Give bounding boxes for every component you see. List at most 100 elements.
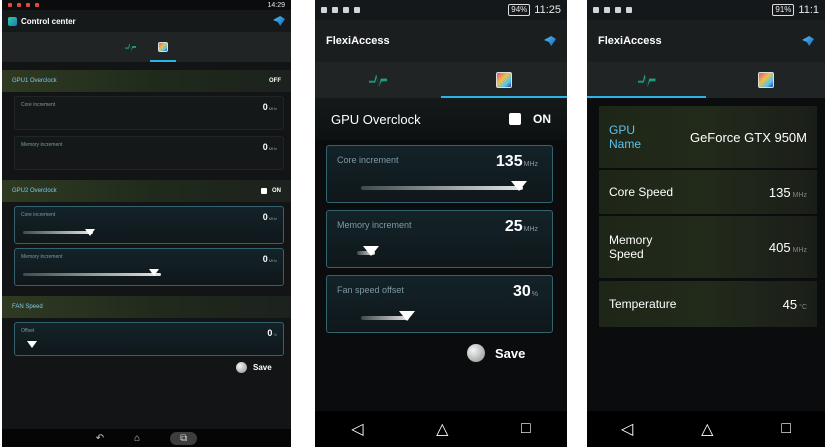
pulse-icon xyxy=(125,43,136,52)
notification-icon xyxy=(321,7,327,13)
tab-bar xyxy=(315,62,567,98)
tab-monitor[interactable] xyxy=(118,32,144,62)
info-label: Memory Speed xyxy=(609,233,653,261)
notification-icon xyxy=(354,7,360,13)
app-bar: FlexiAccess xyxy=(587,20,825,62)
back-button[interactable]: ◁ xyxy=(351,419,363,439)
status-time: 14:29 xyxy=(267,1,285,9)
home-button[interactable]: ⌂ xyxy=(134,433,140,444)
gpu1-core-slider[interactable]: Core increment 0MHz xyxy=(14,96,284,130)
slider-thumb[interactable] xyxy=(27,341,37,348)
pin-icon[interactable] xyxy=(802,36,814,46)
slider-label: Core increment xyxy=(21,102,56,108)
home-button[interactable]: △ xyxy=(436,419,448,439)
tab-overclock[interactable] xyxy=(149,32,176,62)
save-button[interactable]: Save xyxy=(467,344,525,362)
gpu-overclock-toggle[interactable]: ON xyxy=(509,112,551,126)
gpu2-overclock-label: GPU2 Overclock xyxy=(12,188,57,194)
gpu-name-row: GPU Name GeForce GTX 950M xyxy=(599,106,817,168)
notification-icon xyxy=(17,3,21,7)
page-title: Control center xyxy=(21,16,76,26)
slider-value: 0MHz xyxy=(262,102,277,112)
info-value: GeForce GTX 950M xyxy=(689,129,807,145)
home-button[interactable]: △ xyxy=(701,419,713,439)
tab-overclock[interactable] xyxy=(441,62,567,98)
gpu-icon xyxy=(496,72,512,88)
recent-apps-button[interactable]: ⧉ xyxy=(170,431,198,445)
back-button[interactable]: ◁ xyxy=(621,419,633,439)
fan-speed-offset-slider[interactable]: Fan speed offset 30% xyxy=(326,275,553,333)
notification-icon xyxy=(626,7,632,13)
info-label: Temperature xyxy=(609,297,677,311)
save-label: Save xyxy=(495,345,526,361)
slider-thumb[interactable] xyxy=(511,181,527,191)
slider-thumb[interactable] xyxy=(399,311,415,321)
slider-thumb[interactable] xyxy=(149,269,159,276)
gpu-toggle-label: ON xyxy=(533,112,551,126)
pin-icon[interactable] xyxy=(544,36,556,46)
tab-overclock[interactable] xyxy=(706,62,825,98)
checkbox[interactable] xyxy=(261,188,267,194)
tab-monitor[interactable] xyxy=(587,62,706,98)
gpu-icon xyxy=(757,72,774,88)
slider-value: 135MHz xyxy=(495,153,538,170)
control-center-screen: 14:29 Control center GPU1 Overclock OFF … xyxy=(2,0,291,447)
pulse-icon xyxy=(637,74,656,87)
memory-speed-row: Memory Speed 405 MHz xyxy=(599,216,817,278)
status-bar: 91% 11:1 xyxy=(587,0,825,20)
save-label: Save xyxy=(253,363,272,372)
gpu2-overclock-toggle[interactable]: ON xyxy=(261,188,281,194)
slider-value: 0MHz xyxy=(262,254,277,264)
core-speed-row: Core Speed 135 MHz xyxy=(599,170,817,214)
tab-bar xyxy=(2,32,291,62)
slider-value: 25MHz xyxy=(504,218,538,235)
notification-icon xyxy=(332,7,338,13)
save-button[interactable]: Save xyxy=(236,362,272,373)
save-icon xyxy=(236,362,247,373)
gpu1-memory-slider[interactable]: Memory increment 0MHz xyxy=(14,136,284,170)
slider-thumb[interactable] xyxy=(363,246,379,256)
info-value: 405 MHz xyxy=(768,239,807,255)
gpu-overclock-label: GPU Overclock xyxy=(331,111,421,127)
slider-label: Memory increment xyxy=(21,142,63,148)
gpu2-core-slider[interactable]: Core increment 0MHz xyxy=(14,206,284,244)
temperature-row: Temperature 45 °C xyxy=(599,281,817,327)
flexiaccess-overclock-screen: 94% 11:25 FlexiAccess GPU Overclock ON C… xyxy=(315,0,567,447)
core-increment-slider[interactable]: Core increment 135MHz xyxy=(326,145,553,203)
app-bar: Control center xyxy=(2,10,291,32)
notification-icon xyxy=(8,3,12,7)
slider-value: 30% xyxy=(512,283,538,300)
gpu1-overclock-toggle[interactable]: OFF xyxy=(269,78,281,84)
recent-apps-button[interactable]: □ xyxy=(781,420,791,438)
gpu1-overclock-label: GPU1 Overclock xyxy=(12,78,57,84)
notification-icon xyxy=(615,7,621,13)
slider-value: 0% xyxy=(267,328,277,338)
info-value: 45 °C xyxy=(782,296,807,312)
flexiaccess-monitor-screen: 91% 11:1 FlexiAccess GPU Name GeForce GT… xyxy=(587,0,825,447)
slider-label: Memory increment xyxy=(337,220,412,230)
slider-value: 0MHz xyxy=(262,142,277,152)
pin-icon[interactable] xyxy=(273,16,285,26)
tab-bar xyxy=(587,62,825,98)
slider-thumb[interactable] xyxy=(85,229,95,236)
page-title: FlexiAccess xyxy=(598,35,662,47)
info-label: Core Speed xyxy=(609,185,674,199)
fan-offset-slider[interactable]: Offset 0% xyxy=(14,322,284,356)
slider-track xyxy=(23,273,161,276)
nav-bar: ◁ △ □ xyxy=(587,411,825,447)
slider-track xyxy=(361,186,523,190)
slider-label: Core increment xyxy=(337,155,399,165)
gpu1-toggle-label: OFF xyxy=(269,78,281,84)
back-button[interactable]: ↶ xyxy=(96,433,104,444)
recent-apps-button[interactable]: □ xyxy=(521,420,531,438)
memory-increment-slider[interactable]: Memory increment 25MHz xyxy=(326,210,553,268)
gpu2-memory-slider[interactable]: Memory increment 0MHz xyxy=(14,248,284,286)
checkbox[interactable] xyxy=(509,113,521,125)
save-icon xyxy=(467,344,485,362)
notification-icon xyxy=(343,7,349,13)
gpu1-overclock-section: GPU1 Overclock OFF xyxy=(2,70,291,92)
app-bar: FlexiAccess xyxy=(315,20,567,62)
status-bar: 14:29 xyxy=(2,0,291,10)
tab-monitor[interactable] xyxy=(315,62,441,98)
page-title: FlexiAccess xyxy=(326,35,390,47)
